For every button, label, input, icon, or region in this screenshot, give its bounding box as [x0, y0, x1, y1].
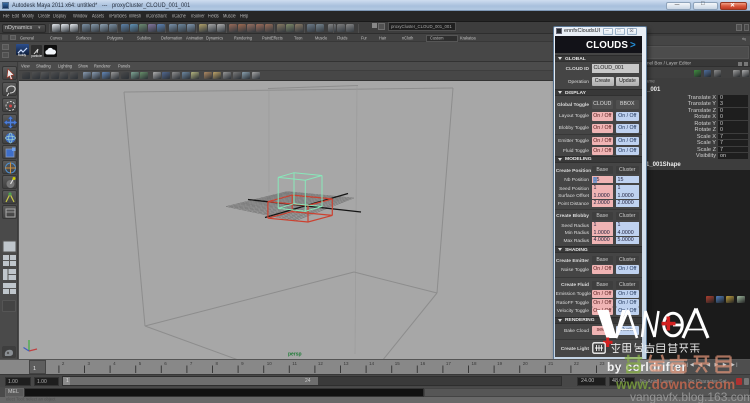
svg-text:persp: persp	[288, 352, 302, 358]
svg-text:18: 18	[472, 361, 478, 366]
svg-text:22: 22	[574, 361, 580, 366]
svg-text:9: 9	[241, 361, 244, 366]
svg-text:23: 23	[600, 361, 606, 366]
svg-text:fluidy: fluidy	[18, 53, 26, 57]
svg-text:11: 11	[292, 361, 297, 366]
svg-text:4: 4	[113, 361, 116, 366]
svg-text:3: 3	[88, 361, 91, 366]
svg-text:5: 5	[139, 361, 142, 366]
svg-text:15: 15	[395, 361, 401, 366]
svg-text:8: 8	[216, 361, 219, 366]
svg-text:6: 6	[164, 361, 167, 366]
svg-text:particles: particles	[31, 54, 42, 58]
svg-text:14: 14	[369, 361, 375, 366]
svg-text:16: 16	[420, 361, 426, 366]
svg-text:2: 2	[62, 361, 65, 366]
svg-text:21: 21	[548, 361, 554, 366]
svg-text:7: 7	[190, 361, 193, 366]
svg-text:13: 13	[344, 361, 350, 366]
svg-text:19: 19	[497, 361, 503, 366]
svg-text:17: 17	[446, 361, 452, 366]
svg-text:10: 10	[267, 361, 273, 366]
svg-text:12: 12	[318, 361, 324, 366]
svg-text:20: 20	[523, 361, 529, 366]
